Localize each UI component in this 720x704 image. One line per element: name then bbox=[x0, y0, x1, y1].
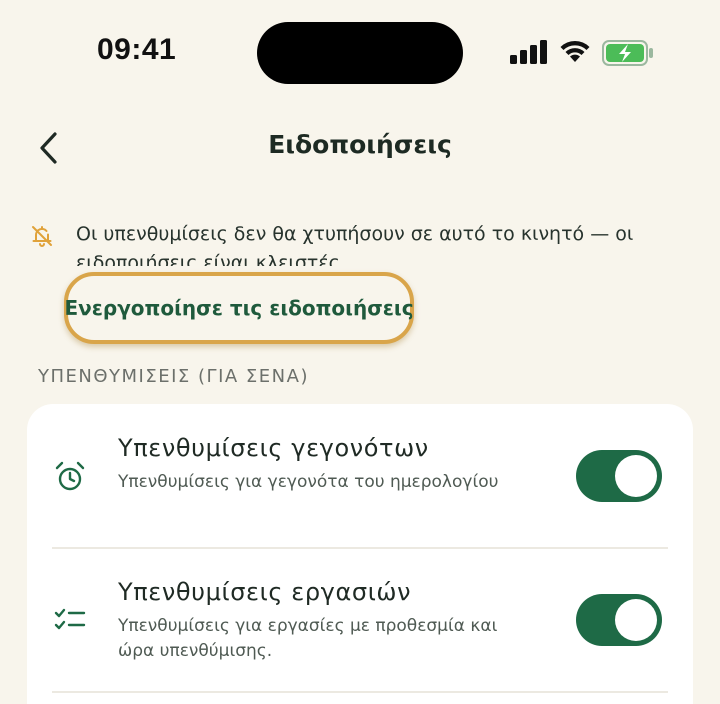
row-divider bbox=[52, 691, 668, 693]
bell-off-icon bbox=[32, 226, 52, 247]
page-title: Ειδοποιήσεις bbox=[268, 130, 452, 159]
setting-subtitle: Υπενθυμίσεις για εργασίες με προθεσμία κ… bbox=[118, 616, 498, 661]
event-reminders-toggle[interactable] bbox=[576, 450, 662, 502]
cellular-signal-icon bbox=[510, 40, 547, 64]
dynamic-island bbox=[257, 22, 463, 84]
navigation-bar: Ειδοποιήσεις bbox=[0, 110, 720, 186]
setting-title: Υπενθυμίσεις εργασιών bbox=[118, 578, 412, 606]
section-header: ΥΠΕΝΘΥΜΙΣΕΙΣ (ΓΙΑ ΣΕΝΑ) bbox=[38, 366, 309, 387]
battery-charging-icon bbox=[602, 40, 653, 66]
reminders-settings-card: Υπενθυμίσεις γεγονότων Υπενθυμίσεις για … bbox=[27, 404, 693, 704]
toggle-knob bbox=[615, 455, 657, 497]
toggle-knob bbox=[615, 599, 657, 641]
enable-notifications-highlight: Ενεργοποίησε τις ειδοποιήσεις bbox=[64, 272, 414, 344]
setting-subtitle: Υπενθυμίσεις για γεγονότα του ημερολογίο… bbox=[118, 472, 499, 492]
setting-row-event-reminders: Υπενθυμίσεις γεγονότων Υπενθυμίσεις για … bbox=[27, 404, 693, 548]
task-reminders-toggle[interactable] bbox=[576, 594, 662, 646]
wifi-icon bbox=[560, 40, 590, 62]
status-bar: 09:41 bbox=[0, 0, 720, 100]
notifications-off-message: Οι υπενθυμίσεις δεν θα χτυπήσουν σε αυτό… bbox=[76, 223, 634, 266]
setting-title: Υπενθυμίσεις γεγονότων bbox=[118, 434, 429, 462]
status-time: 09:41 bbox=[97, 33, 177, 66]
enable-notifications-link[interactable]: Ενεργοποίησε τις ειδοποιήσεις bbox=[64, 296, 413, 320]
setting-row-task-reminders: Υπενθυμίσεις εργασιών Υπενθυμίσεις για ε… bbox=[27, 548, 693, 692]
checklist-icon bbox=[54, 608, 86, 630]
alarm-clock-icon bbox=[55, 461, 85, 491]
